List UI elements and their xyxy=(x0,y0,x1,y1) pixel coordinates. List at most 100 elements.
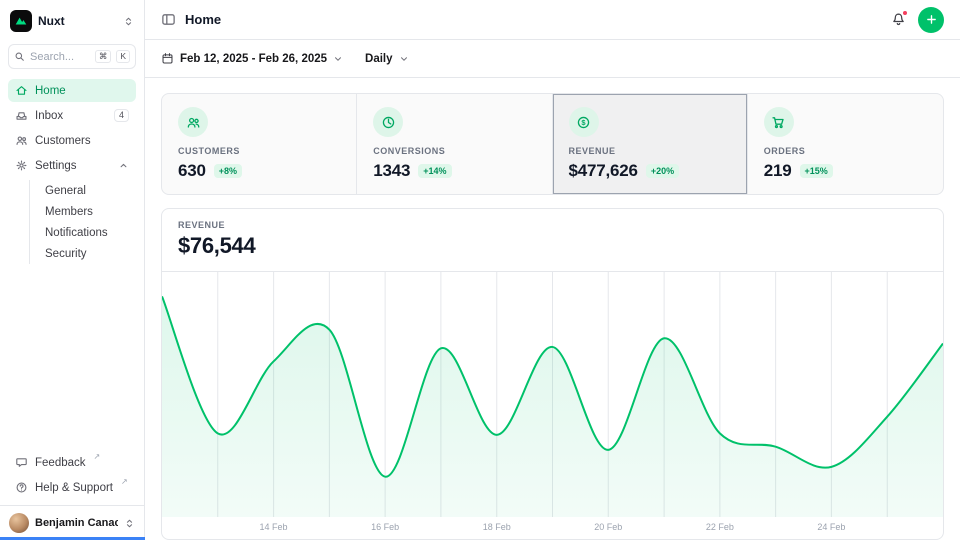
help-circle-icon xyxy=(15,481,28,494)
chevron-down-icon xyxy=(399,54,409,64)
stat-delta-badge: +14% xyxy=(418,164,451,178)
cart-icon xyxy=(764,107,794,137)
date-range-label: Feb 12, 2025 - Feb 26, 2025 xyxy=(180,53,327,65)
chevrons-up-down-icon xyxy=(124,518,135,529)
sidebar: Nuxt Search... ⌘ K Home Inbox 4 xyxy=(0,0,145,540)
stat-card-customers[interactable]: CUSTOMERS 630 +8% xyxy=(162,94,357,194)
inbox-icon xyxy=(15,109,28,122)
x-tick-label: 16 Feb xyxy=(371,522,399,532)
external-link-icon: ↗ xyxy=(121,476,128,487)
chart-plot-area xyxy=(162,272,943,517)
user-menu[interactable]: Benjamin Canac xyxy=(0,505,144,540)
add-button[interactable] xyxy=(918,7,944,33)
chart-x-axis: 14 Feb 16 Feb 18 Feb 20 Feb 22 Feb 24 Fe… xyxy=(162,517,943,539)
sidebar-item-settings[interactable]: Settings xyxy=(8,154,136,177)
workspace-selector[interactable]: Nuxt xyxy=(0,0,144,36)
stat-card-conversions[interactable]: CONVERSIONS 1343 +14% xyxy=(357,94,552,194)
notification-dot xyxy=(902,10,908,16)
nuxt-logo xyxy=(10,10,32,32)
stat-card-revenue[interactable]: $ REVENUE $477,626 +20% xyxy=(553,94,748,194)
content: CUSTOMERS 630 +8% CONVERSIONS 1343 +14% xyxy=(145,78,960,540)
sub-item-label: Members xyxy=(45,206,93,218)
settings-sub-list: General Members Notifications Security xyxy=(29,180,136,264)
chart-metric-value: $76,544 xyxy=(178,233,927,259)
x-tick-label: 24 Feb xyxy=(817,522,845,532)
avatar xyxy=(9,513,29,533)
date-range-picker[interactable]: Feb 12, 2025 - Feb 26, 2025 xyxy=(161,52,343,65)
period-select[interactable]: Daily xyxy=(365,53,409,65)
main: Home Feb 12, 2025 - Feb 26, 2025 Daily xyxy=(145,0,960,540)
stat-label: CONVERSIONS xyxy=(373,146,535,156)
stat-card-orders[interactable]: ORDERS 219 +15% xyxy=(748,94,943,194)
stat-label: ORDERS xyxy=(764,146,927,156)
revenue-chart-card: REVENUE $76,544 14 Feb 16 Feb 18 Feb 20 … xyxy=(161,208,944,540)
search-icon xyxy=(14,51,25,62)
kbd-k: K xyxy=(116,50,130,63)
stat-delta-badge: +15% xyxy=(800,164,833,178)
sidebar-item-label: Settings xyxy=(35,160,77,172)
chevrons-up-down-icon xyxy=(123,16,134,27)
sidebar-item-label: Customers xyxy=(35,135,91,147)
sidebar-collapse-icon[interactable] xyxy=(161,12,176,27)
sidebar-item-feedback[interactable]: Feedback ↗ xyxy=(8,451,136,474)
stat-value: 630 xyxy=(178,161,206,181)
sidebar-spacer xyxy=(0,265,144,451)
page-header: Home xyxy=(145,0,960,40)
dollar-circle-icon: $ xyxy=(569,107,599,137)
sub-item-label: Notifications xyxy=(45,227,108,239)
stat-value: $477,626 xyxy=(569,161,638,181)
revenue-chart-svg xyxy=(162,272,943,517)
sidebar-item-inbox[interactable]: Inbox 4 xyxy=(8,104,136,127)
period-label: Daily xyxy=(365,53,393,65)
sidebar-item-help-support[interactable]: Help & Support ↗ xyxy=(8,476,136,499)
svg-text:$: $ xyxy=(581,118,586,127)
users-icon xyxy=(178,107,208,137)
sidebar-item-customers[interactable]: Customers xyxy=(8,129,136,152)
sidebar-item-general[interactable]: General xyxy=(39,180,136,201)
stat-value: 1343 xyxy=(373,161,410,181)
inbox-count-badge: 4 xyxy=(114,109,129,123)
home-icon xyxy=(15,84,28,97)
chevron-down-icon xyxy=(333,54,343,64)
notifications-button[interactable] xyxy=(891,12,906,27)
x-tick-label: 18 Feb xyxy=(483,522,511,532)
page-title: Home xyxy=(185,12,221,27)
stat-label: CUSTOMERS xyxy=(178,146,340,156)
stat-value: 219 xyxy=(764,161,792,181)
external-link-icon: ↗ xyxy=(94,451,101,462)
sidebar-footer: Feedback ↗ Help & Support ↗ xyxy=(0,451,144,505)
x-tick-label: 14 Feb xyxy=(260,522,288,532)
sidebar-item-label: Home xyxy=(35,85,66,97)
x-tick-label: 20 Feb xyxy=(594,522,622,532)
chevron-up-icon xyxy=(118,160,129,171)
message-bubble-icon xyxy=(15,456,28,469)
stat-delta-badge: +8% xyxy=(214,164,242,178)
plus-icon xyxy=(925,13,938,26)
stat-delta-badge: +20% xyxy=(646,164,679,178)
sidebar-item-security[interactable]: Security xyxy=(39,243,136,264)
search-input[interactable]: Search... ⌘ K xyxy=(8,44,136,69)
sidebar-nav: Home Inbox 4 Customers Settings Ge xyxy=(0,79,144,265)
filters-toolbar: Feb 12, 2025 - Feb 26, 2025 Daily xyxy=(145,40,960,78)
clock-icon xyxy=(373,107,403,137)
sidebar-item-members[interactable]: Members xyxy=(39,201,136,222)
sidebar-item-notifications[interactable]: Notifications xyxy=(39,222,136,243)
sidebar-item-label: Inbox xyxy=(35,110,63,122)
gear-icon xyxy=(15,159,28,172)
chart-metric-label: REVENUE xyxy=(178,220,927,230)
x-tick-label: 22 Feb xyxy=(706,522,734,532)
calendar-icon xyxy=(161,52,174,65)
stat-label: REVENUE xyxy=(569,146,731,156)
workspace-name: Nuxt xyxy=(38,14,117,28)
kbd-command: ⌘ xyxy=(95,50,112,63)
sidebar-item-label: Feedback xyxy=(35,457,86,469)
search-placeholder: Search... xyxy=(30,51,90,63)
chart-header: REVENUE $76,544 xyxy=(162,209,943,272)
sidebar-item-home[interactable]: Home xyxy=(8,79,136,102)
stats-row: CUSTOMERS 630 +8% CONVERSIONS 1343 +14% xyxy=(161,93,944,195)
sub-item-label: General xyxy=(45,185,86,197)
sub-item-label: Security xyxy=(45,248,87,260)
user-name: Benjamin Canac xyxy=(35,517,118,529)
users-icon xyxy=(15,134,28,147)
sidebar-item-label: Help & Support xyxy=(35,482,113,494)
